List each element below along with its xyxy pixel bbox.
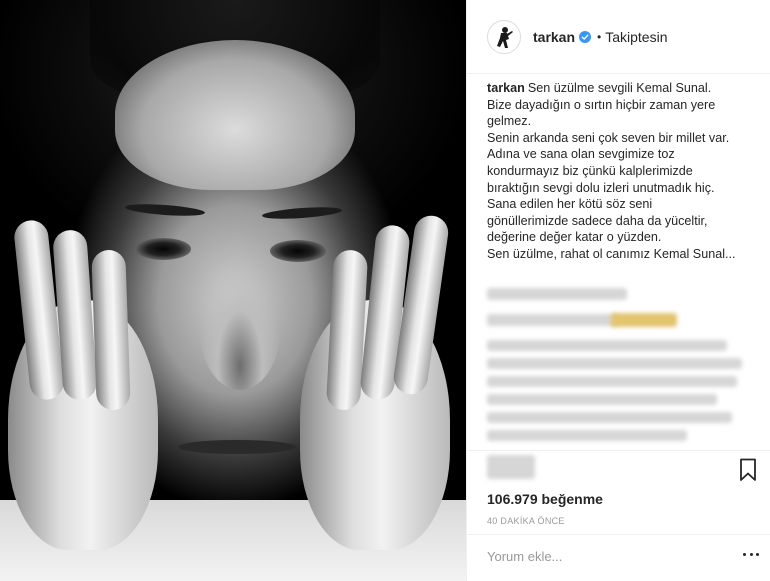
blurred-emoji — [611, 313, 677, 327]
photo-right-eye — [270, 240, 326, 262]
photo-left-eye — [135, 238, 191, 260]
caption-username[interactable]: tarkan — [487, 81, 525, 95]
blurred-comment — [487, 394, 717, 405]
avatar-icon[interactable] — [487, 19, 521, 54]
caption-line: Bize dayadığın o sırtın hiçbir zaman yer… — [487, 97, 716, 112]
blurred-comment — [487, 376, 737, 387]
caption-line: Senin arkanda seni çok seven bir millet … — [487, 130, 730, 145]
instagram-post: tarkan • Takiptesin tarkan Sen üzülme sev… — [0, 0, 770, 581]
more-options-icon[interactable] — [743, 553, 759, 561]
post-actions — [467, 450, 770, 490]
likes-count[interactable]: 106.979 beğenme — [487, 491, 603, 507]
caption: tarkan Sen üzülme sevgili Kemal Sunal. Bi… — [487, 80, 759, 263]
verified-badge-icon — [579, 30, 592, 43]
comment-input[interactable] — [487, 549, 737, 564]
caption-line: gelmez. — [487, 114, 532, 129]
photo-right-brow — [261, 205, 343, 221]
photo-left-brow — [124, 202, 206, 218]
caption-line: Sana edilen her kötü söz seni — [487, 197, 653, 212]
caption-line: değerine değer katar o yüzden. — [487, 230, 662, 245]
caption-line: gönüllerimizde sadece daha da yüceltir, — [487, 213, 708, 228]
post-photo[interactable] — [0, 0, 466, 581]
post-header: tarkan • Takiptesin — [467, 0, 770, 74]
photo-left-finger-3 — [91, 249, 131, 411]
caption-line: Adına ve sana olan sevgimize toz — [487, 147, 675, 162]
post-sidebar: tarkan • Takiptesin tarkan Sen üzülme sev… — [466, 0, 770, 581]
blurred-comment — [487, 358, 742, 369]
blurred-comment — [487, 288, 627, 300]
photo-mouth — [178, 440, 296, 454]
photo-nose — [200, 270, 280, 390]
blurred-comment — [487, 430, 687, 441]
comment-bar — [467, 534, 770, 581]
caption-line: kondurmayız biz çünkü kalplerimizde — [487, 163, 693, 178]
bookmark-icon[interactable] — [739, 458, 757, 482]
blurred-comment — [487, 314, 617, 326]
author-username[interactable]: tarkan — [533, 29, 575, 45]
caption-line: Sen üzülme, rahat ol canımız Kemal Sunal… — [487, 246, 736, 261]
post-timestamp: 40 DAKİKA ÖNCE — [487, 516, 565, 526]
blurred-comment — [487, 340, 727, 351]
photo-forehead — [115, 40, 355, 190]
caption-line: Sen üzülme sevgili Kemal Sunal. — [527, 81, 712, 95]
blurred-comment — [487, 412, 732, 423]
follow-status-button[interactable]: Takiptesin — [605, 29, 667, 45]
header-separator: • — [597, 29, 602, 44]
caption-line: bıraktığın sevgi dolu izleri unutmadık h… — [487, 180, 715, 195]
